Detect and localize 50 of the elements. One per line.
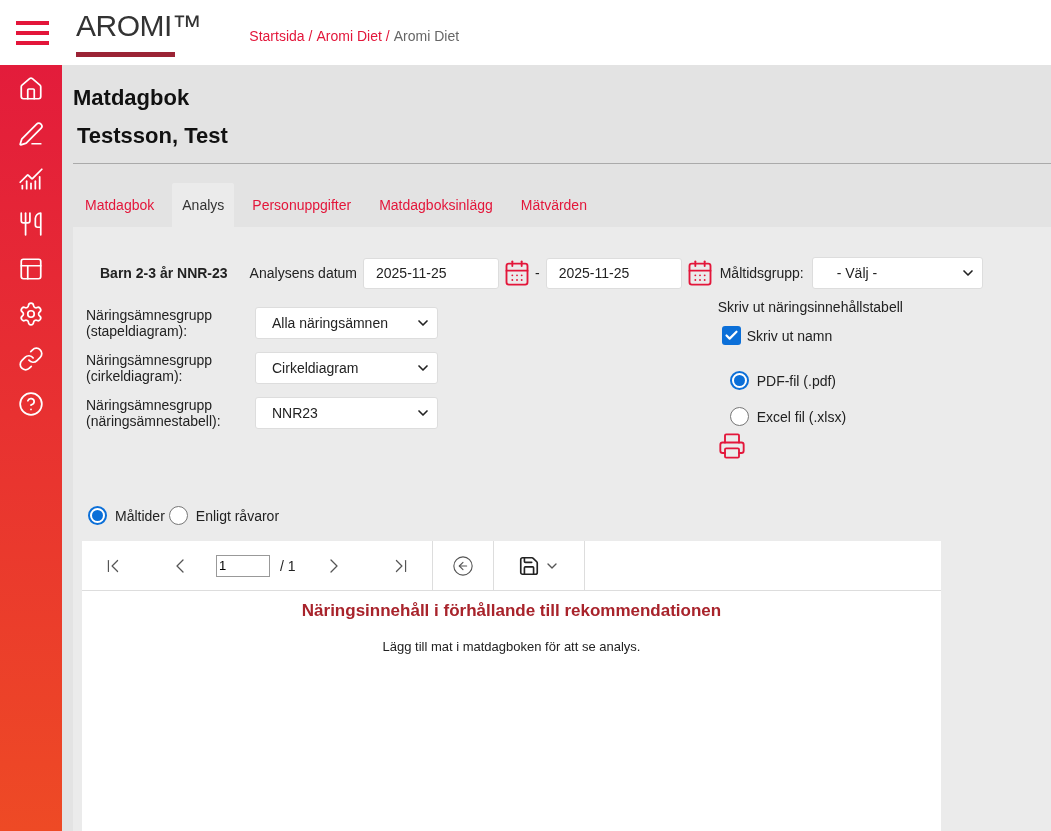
tab[interactable]: Mätvärden (510, 183, 597, 227)
field-label: Näringsämnesgrupp (cirkeldiagram): (86, 352, 214, 384)
radio-option[interactable]: PDF-fil (.pdf) (729, 371, 983, 390)
checkbox[interactable]: Skriv ut namn (721, 326, 983, 345)
calendar-icon[interactable] (503, 259, 531, 287)
printer-icon[interactable] (717, 432, 746, 460)
field-label: Måltidsgrupp: (719, 265, 804, 281)
report-title: Näringsinnehåll i förhållande till rekommendationen (300, 601, 723, 621)
settings-icon[interactable] (17, 300, 45, 328)
person-name: Testsson, Test (77, 123, 229, 149)
home-icon[interactable] (17, 75, 45, 103)
radio-option[interactable]: Måltider (88, 506, 165, 525)
date-field[interactable]: 2025-11-25 (545, 257, 682, 289)
pencil-icon[interactable] (17, 120, 45, 148)
help-icon[interactable] (17, 390, 45, 418)
report-message: Lägg till mat i matdagboken för att se analys. (381, 639, 642, 654)
tab[interactable]: Matdagboksinlägg (369, 183, 503, 227)
tab[interactable]: Matdagbok (75, 183, 165, 227)
cutlery-icon[interactable] (17, 210, 45, 238)
select-field[interactable]: - Välj - (811, 257, 983, 289)
select-field[interactable]: Alla näringsämnen (255, 307, 438, 339)
date-label: Analysens datum (249, 265, 357, 281)
tab[interactable]: Analys (172, 183, 235, 227)
breadcrumb-separator: / (308, 27, 313, 44)
breadcrumb-separator: / (385, 27, 390, 44)
select-field[interactable]: Cirkeldiagram (255, 352, 438, 384)
radio-option[interactable]: Excel fil (.xlsx) (729, 407, 983, 426)
chart-icon[interactable] (17, 165, 45, 193)
field-label: Näringsämnesgrupp (stapeldiagram): (86, 307, 214, 339)
breadcrumb-link[interactable]: Aromi Diet (316, 27, 382, 44)
page-title: Matdagbok (73, 85, 191, 111)
field-label: Näringsämnesgrupp (näringsämnestabell): (86, 397, 222, 429)
save-icon[interactable] (517, 554, 540, 577)
section-label: Skriv ut näringsinnehållstabell (717, 299, 904, 315)
radio-option[interactable]: Enligt råvaror (168, 506, 280, 525)
date-field[interactable]: 2025-11-25 (363, 257, 499, 289)
breadcrumb-current: Aromi Diet (393, 27, 460, 44)
page-number-field[interactable]: 1 (216, 554, 270, 577)
back-icon[interactable] (451, 554, 474, 577)
select-field[interactable]: NNR23 (255, 397, 438, 429)
link-icon[interactable] (17, 345, 45, 373)
profile-label: Barn 2-3 år NNR-23 (100, 265, 228, 281)
dashboard-icon[interactable] (17, 255, 45, 283)
tab[interactable]: Personuppgifter (242, 183, 362, 227)
check-icon (723, 328, 739, 343)
breadcrumb-link[interactable]: Startsida (249, 27, 305, 44)
logo: AROMI™ (76, 10, 202, 42)
date-separator: - (535, 265, 540, 281)
menu-icon[interactable] (16, 20, 49, 45)
page-total: / 1 (280, 557, 296, 574)
